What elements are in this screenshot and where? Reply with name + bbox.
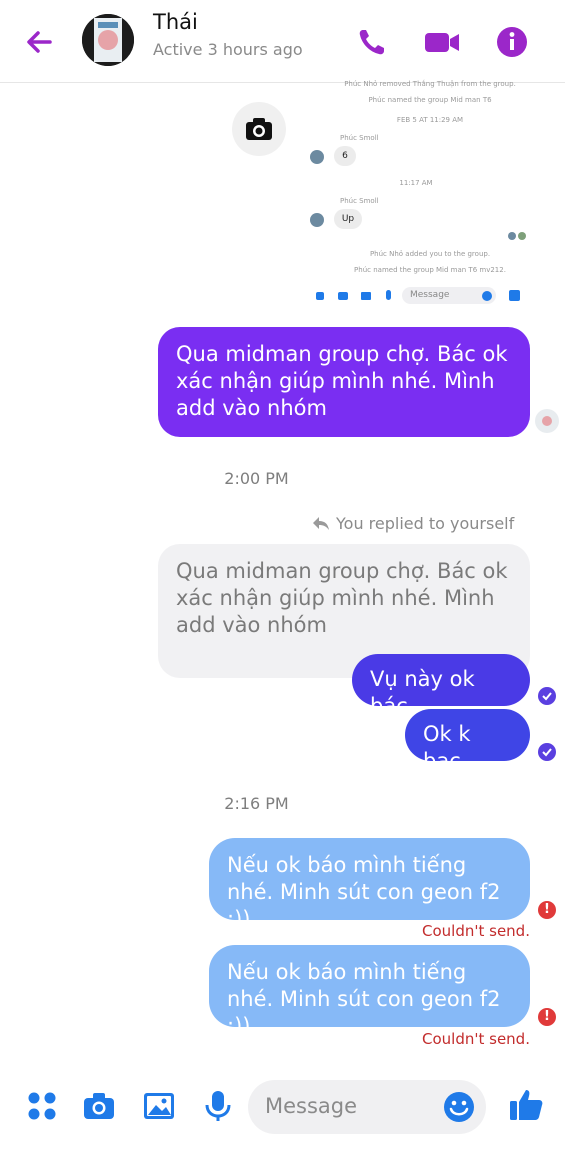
- shot-line: Phúc Smoll: [340, 134, 379, 142]
- failed-message-bubble[interactable]: Nếu ok báo mình tiếng nhé. Minh sút con …: [209, 838, 530, 931]
- microphone-icon[interactable]: [202, 1090, 234, 1122]
- seen-avatar: [535, 409, 559, 433]
- delivered-check-icon: [538, 743, 556, 761]
- shot-like-icon: [509, 290, 520, 301]
- camera-icon: [246, 118, 272, 140]
- shot-emoji-icon: [482, 291, 492, 301]
- contact-name: Thái: [153, 10, 198, 34]
- camera-icon[interactable]: [83, 1090, 115, 1122]
- sent-message-bubble[interactable]: Qua midman group chợ. Bác ok xác nhận gi…: [158, 327, 530, 437]
- shot-menu-icon: [316, 292, 324, 300]
- error-icon[interactable]: !: [538, 1008, 556, 1026]
- error-text: Couldn't send.: [422, 1030, 530, 1048]
- sent-message-bubble[interactable]: Vụ này ok bác: [352, 654, 530, 718]
- shot-line: Phúc named the group Mid man T6: [368, 96, 492, 104]
- back-arrow-icon[interactable]: [20, 22, 60, 62]
- shot-line: 11:17 AM: [399, 179, 433, 187]
- sent-message-bubble[interactable]: Ok k bac: [405, 709, 530, 773]
- shot-avatar: [310, 150, 324, 164]
- shot-line: Phúc named the group Mid man T6 mv212.: [354, 266, 506, 274]
- gallery-icon[interactable]: [143, 1090, 175, 1122]
- shot-seen-avatar: [518, 232, 526, 240]
- reply-icon: [313, 517, 329, 530]
- shot-bubble: 6: [334, 146, 356, 166]
- shot-seen-avatar: [508, 232, 516, 240]
- video-call-icon[interactable]: [422, 22, 462, 62]
- shot-line: Phúc Nhỏ removed Thắng Thuận from the gr…: [344, 80, 516, 88]
- shot-avatar: [310, 213, 324, 227]
- phone-icon[interactable]: [352, 22, 392, 62]
- timestamp: 2:00 PM: [224, 469, 289, 488]
- emoji-icon[interactable]: [443, 1091, 475, 1123]
- chat-header: Thái Active 3 hours ago: [0, 0, 565, 83]
- delivered-check-icon: [538, 687, 556, 705]
- info-icon[interactable]: [492, 22, 532, 62]
- shot-image-icon: [361, 292, 371, 300]
- error-icon[interactable]: !: [538, 901, 556, 919]
- shot-line: Phúc Nhỏ added you to the group.: [369, 250, 491, 258]
- message-input-placeholder: Message: [265, 1094, 358, 1118]
- timestamp: 2:16 PM: [224, 794, 289, 813]
- shot-mic-icon: [386, 290, 391, 300]
- replied-note: You replied to yourself: [336, 514, 515, 533]
- shared-screenshot-image[interactable]: Phúc Nhỏ removed Thắng Thuận from the gr…: [230, 80, 530, 310]
- like-thumb-icon[interactable]: [508, 1087, 544, 1123]
- failed-message-bubble[interactable]: Nếu ok báo mình tiếng nhé. Minh sút con …: [209, 945, 530, 1038]
- contact-status: Active 3 hours ago: [153, 40, 303, 59]
- shot-bubble: Up: [334, 209, 362, 229]
- menu-dots-icon[interactable]: [26, 1090, 58, 1122]
- shot-line: FEB 5 AT 11:29 AM: [396, 116, 464, 124]
- avatar-image: [82, 14, 134, 66]
- contact-avatar[interactable]: [82, 14, 134, 66]
- shot-line: Phúc Smoll: [340, 197, 379, 205]
- shot-camera-icon: [338, 292, 348, 300]
- error-text: Couldn't send.: [422, 922, 530, 940]
